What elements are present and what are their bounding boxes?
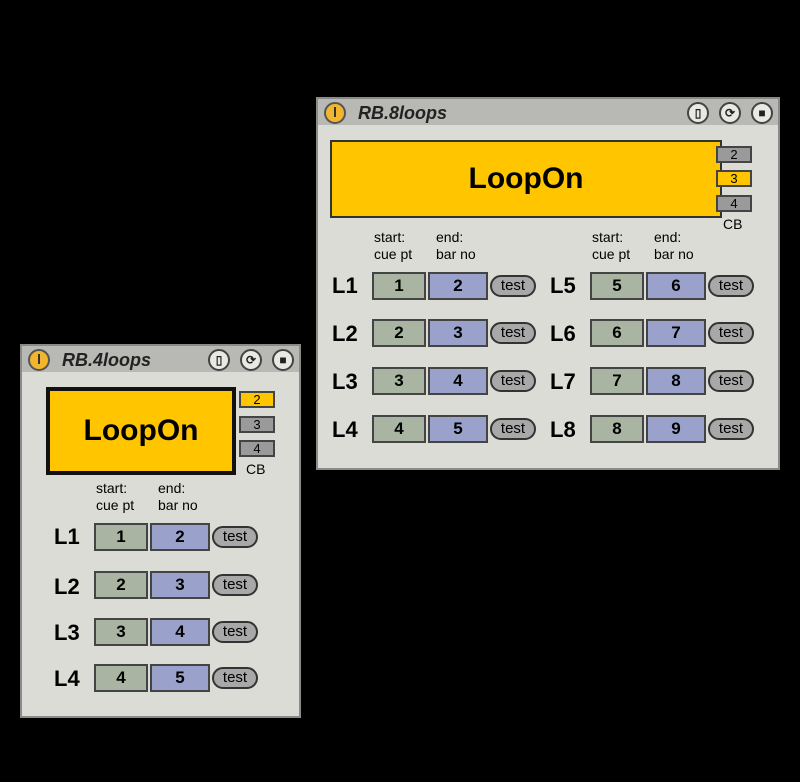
device-rb-4loops: RB.4loops ▯ ⟳ ■ LoopOn 2 3 4 CB start: c…: [20, 344, 301, 718]
end-bar-l1[interactable]: 2: [150, 523, 210, 551]
end-header: end: bar no: [436, 229, 476, 262]
refresh-icon[interactable]: ⟳: [719, 102, 741, 124]
loop-label-l8: L8: [550, 417, 576, 442]
end-bar-l6[interactable]: 7: [646, 319, 706, 347]
loop-label-l4: L4: [54, 666, 80, 691]
device-8-title: RB.8loops: [358, 103, 448, 123]
loop-label-l3: L3: [332, 369, 358, 394]
start-cue-l4[interactable]: 4: [94, 664, 148, 692]
start-cue-l1[interactable]: 1: [372, 272, 426, 300]
power-icon[interactable]: [28, 349, 50, 371]
start-cue-l7[interactable]: 7: [590, 367, 644, 395]
loop-label-l1: L1: [54, 524, 80, 549]
start-cue-l2[interactable]: 2: [94, 571, 148, 599]
cb-option-3[interactable]: 3: [239, 416, 275, 433]
cb-label: CB: [723, 216, 743, 232]
cb-option-4[interactable]: 4: [716, 195, 752, 212]
end-header-right: end: bar no: [654, 229, 694, 262]
end-bar-l5[interactable]: 6: [646, 272, 706, 300]
end-bar-l8[interactable]: 9: [646, 415, 706, 443]
start-header: start: cue pt: [96, 480, 135, 513]
test-button-l3[interactable]: test: [490, 370, 536, 392]
start-cue-l3[interactable]: 3: [94, 618, 148, 646]
test-button-l4[interactable]: test: [490, 418, 536, 440]
test-button-l6[interactable]: test: [708, 322, 754, 344]
cb-option-4[interactable]: 4: [239, 440, 275, 457]
end-header: end: bar no: [158, 480, 198, 513]
end-bar-l3[interactable]: 4: [150, 618, 210, 646]
loop-label-l5: L5: [550, 273, 576, 298]
test-button-l2[interactable]: test: [490, 322, 536, 344]
end-bar-l1[interactable]: 2: [428, 272, 488, 300]
start-cue-l3[interactable]: 3: [372, 367, 426, 395]
start-cue-l8[interactable]: 8: [590, 415, 644, 443]
cb-label: CB: [246, 461, 266, 477]
start-cue-l5[interactable]: 5: [590, 272, 644, 300]
test-button-l1[interactable]: test: [212, 526, 258, 548]
loop-label-l7: L7: [550, 369, 576, 394]
fold-icon[interactable]: ▯: [687, 102, 709, 124]
test-button-l3[interactable]: test: [212, 621, 258, 643]
test-button-l5[interactable]: test: [708, 275, 754, 297]
fold-icon[interactable]: ▯: [208, 349, 230, 371]
start-header-right: start: cue pt: [592, 229, 631, 262]
test-button-l7[interactable]: test: [708, 370, 754, 392]
end-bar-l3[interactable]: 4: [428, 367, 488, 395]
cb-option-2[interactable]: 2: [239, 391, 275, 408]
end-bar-l4[interactable]: 5: [428, 415, 488, 443]
loop-label-l6: L6: [550, 321, 576, 346]
test-button-l8[interactable]: test: [708, 418, 754, 440]
start-header: start: cue pt: [374, 229, 413, 262]
loop-label-l2: L2: [54, 574, 80, 599]
loop-on-button[interactable]: LoopOn: [46, 387, 236, 475]
loop-on-button[interactable]: LoopOn: [330, 140, 722, 218]
end-bar-l7[interactable]: 8: [646, 367, 706, 395]
power-icon[interactable]: [324, 102, 346, 124]
end-bar-l2[interactable]: 3: [150, 571, 210, 599]
cb-option-2[interactable]: 2: [716, 146, 752, 163]
start-cue-l1[interactable]: 1: [94, 523, 148, 551]
start-cue-l2[interactable]: 2: [372, 319, 426, 347]
end-bar-l2[interactable]: 3: [428, 319, 488, 347]
test-button-l1[interactable]: test: [490, 275, 536, 297]
refresh-icon[interactable]: ⟳: [240, 349, 262, 371]
device-4-title: RB.4loops: [62, 350, 152, 370]
loop-label-l4: L4: [332, 417, 358, 442]
cb-option-3[interactable]: 3: [716, 170, 752, 187]
save-icon[interactable]: ■: [751, 102, 773, 124]
start-cue-l4[interactable]: 4: [372, 415, 426, 443]
save-icon[interactable]: ■: [272, 349, 294, 371]
loop-label-l3: L3: [54, 620, 80, 645]
device-rb-8loops: RB.8loops ▯ ⟳ ■ LoopOn 2 3 4 CB start: c…: [316, 97, 780, 470]
loop-label-l2: L2: [332, 321, 358, 346]
device-8-titlebar: RB.8loops ▯ ⟳ ■: [318, 99, 778, 125]
end-bar-l4[interactable]: 5: [150, 664, 210, 692]
start-cue-l6[interactable]: 6: [590, 319, 644, 347]
test-button-l4[interactable]: test: [212, 667, 258, 689]
test-button-l2[interactable]: test: [212, 574, 258, 596]
device-4-titlebar: RB.4loops ▯ ⟳ ■: [22, 346, 299, 372]
loop-label-l1: L1: [332, 273, 358, 298]
